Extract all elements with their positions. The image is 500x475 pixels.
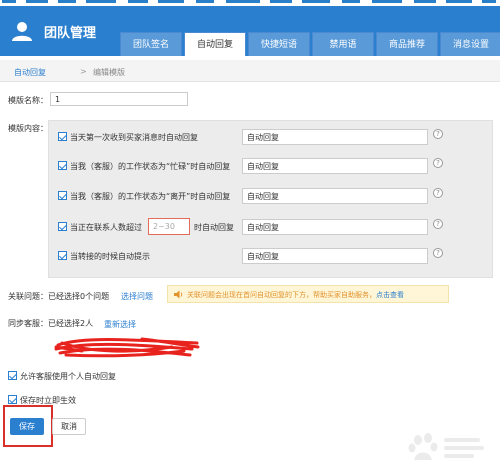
rule-5-reply-input[interactable] [242, 248, 428, 264]
breadcrumb: 自动回复 > 编辑模版 [0, 60, 500, 82]
rule-1-reply-input[interactable] [242, 129, 428, 145]
tab-banned-words[interactable]: 禁用语 [312, 32, 374, 56]
rule-2-reply-input[interactable] [242, 158, 428, 174]
help-icon[interactable]: ? [433, 188, 443, 198]
rule-4-reply-input[interactable] [242, 219, 428, 235]
rule-4-checkbox[interactable] [58, 222, 67, 231]
rule-2-label: 当我（客服）的工作状态为“忙碌”时自动回复 [70, 162, 231, 171]
watermark-logo [408, 433, 484, 460]
notice-text: 关联问题会出现在首问自动回复的下方，帮助买家自助服务， [187, 291, 376, 299]
rule-5-label: 当转接的时候自动提示 [70, 252, 150, 261]
save-effective-checkbox[interactable] [8, 395, 17, 404]
notice-view-link[interactable]: 点击查看 [376, 291, 404, 299]
save-button[interactable]: 保存 [10, 418, 44, 435]
tab-message-settings[interactable]: 消息设置 [440, 32, 500, 56]
related-questions-label: 关联问题：已经选择0个问题 [8, 292, 110, 301]
rule-5-checkbox[interactable] [58, 251, 67, 260]
cancel-button[interactable]: 取消 [52, 418, 86, 435]
allow-personal-checkbox[interactable] [8, 371, 17, 380]
select-questions-link[interactable]: 选择问题 [121, 291, 153, 302]
tab-bar: 团队签名 自动回复 快捷短语 禁用语 商品推荐 消息设置 [120, 32, 500, 56]
breadcrumb-parent[interactable]: 自动回复 [14, 67, 46, 78]
rule-4-label-suffix: 时自动回复 [194, 223, 234, 232]
rule-1-checkbox[interactable] [58, 132, 67, 141]
breadcrumb-current: 编辑模版 [93, 68, 125, 77]
rule-3-checkbox[interactable] [58, 191, 67, 200]
help-icon[interactable]: ? [433, 219, 443, 229]
rule-3-reply-input[interactable] [242, 188, 428, 204]
team-user-icon [12, 22, 32, 41]
max-contacts-input[interactable]: 2~30 [148, 218, 190, 235]
tab-product-recommend[interactable]: 商品推荐 [376, 32, 438, 56]
reselect-staff-link[interactable]: 重新选择 [104, 319, 136, 330]
rule-4-label-prefix: 当正在联系人数超过 [70, 223, 142, 232]
speaker-icon [174, 290, 183, 299]
related-notice: 关联问题会出现在首问自动回复的下方，帮助买家自助服务，点击查看 [167, 285, 449, 303]
help-icon[interactable]: ? [433, 248, 443, 258]
breadcrumb-separator: > [80, 67, 87, 76]
help-icon[interactable]: ? [433, 158, 443, 168]
help-icon[interactable]: ? [433, 129, 443, 139]
allow-personal-label: 允许客服使用个人自动回复 [20, 372, 116, 381]
template-content-label: 模版内容： [8, 124, 48, 133]
template-name-input[interactable] [50, 92, 188, 106]
app-title: 团队管理 [44, 26, 97, 41]
redaction-scribble [54, 337, 200, 358]
rule-1-label: 当天第一次收到买家消息时自动回复 [70, 133, 198, 142]
app-header: 团队管理 团队签名 自动回复 快捷短语 禁用语 商品推荐 消息设置 [0, 6, 500, 56]
template-name-label: 模版名称： [8, 96, 48, 105]
tab-auto-reply[interactable]: 自动回复 [184, 32, 246, 56]
sync-staff-label: 同步客服：已经选择2人 [8, 319, 94, 328]
tab-quick-phrases[interactable]: 快捷短语 [248, 32, 310, 56]
rule-3-label: 当我（客服）的工作状态为“离开”时自动回复 [70, 192, 231, 201]
tab-team-signature[interactable]: 团队签名 [120, 32, 182, 56]
rule-2-checkbox[interactable] [58, 161, 67, 170]
